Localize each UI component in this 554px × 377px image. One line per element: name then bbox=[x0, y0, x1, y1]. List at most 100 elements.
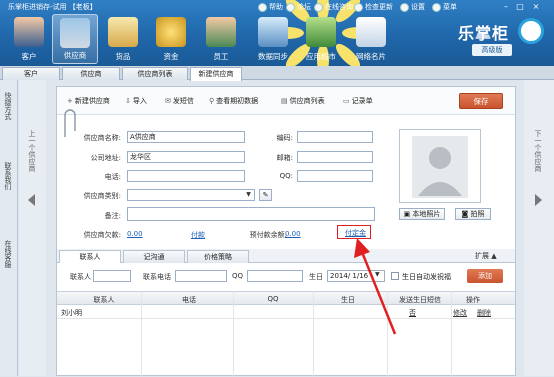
expand-toggle[interactable]: 扩展 ▲ bbox=[475, 251, 497, 261]
supplier-icon bbox=[60, 18, 90, 48]
search-icon: ⚲ bbox=[209, 97, 215, 105]
prev-supplier-nav[interactable]: 上一个供应商 bbox=[19, 80, 46, 376]
calendar-dropdown-icon[interactable]: ▼ bbox=[375, 271, 380, 278]
tab-new-supplier[interactable]: 新建供应商 bbox=[190, 67, 242, 81]
goods-icon bbox=[108, 17, 138, 47]
contact-name-cell: 刘小明 bbox=[61, 309, 82, 317]
tab-supplier-list[interactable]: 供应商列表 bbox=[122, 67, 188, 80]
tab-communication[interactable]: 记沟通 bbox=[123, 250, 185, 263]
staff-icon bbox=[206, 17, 236, 47]
send-sms-button[interactable]: ✉ 发短信 bbox=[165, 96, 194, 106]
next-supplier-nav[interactable]: 下一个供应商 bbox=[524, 80, 554, 376]
nav-app-market[interactable]: 应用超市 bbox=[298, 14, 344, 64]
nav-goods[interactable]: 货品 bbox=[100, 14, 146, 64]
pencil-icon: ✎ bbox=[262, 191, 269, 199]
online-chat-control[interactable]: 在线咨询 bbox=[314, 1, 353, 13]
add-contact-button[interactable]: 添加 bbox=[467, 269, 503, 283]
supplier-list-button[interactable]: ▤ 供应商列表 bbox=[281, 96, 325, 106]
customer-icon bbox=[14, 17, 44, 47]
col-actions: 操作 bbox=[466, 296, 480, 304]
import-icon: ⇩ bbox=[125, 97, 131, 105]
save-button[interactable]: 保存 bbox=[459, 93, 503, 109]
import-button[interactable]: ⇩ 导入 bbox=[125, 96, 147, 106]
supplier-debt-value[interactable]: 0.00 bbox=[127, 230, 143, 238]
code-label: 编码: bbox=[276, 134, 293, 142]
edit-contact-link[interactable]: 修改 bbox=[453, 308, 467, 318]
supplier-name-input[interactable]: A供应商 bbox=[127, 131, 245, 143]
tab-supplier[interactable]: 供应商 bbox=[62, 67, 120, 80]
supplier-name-label: 供应商名称: bbox=[83, 134, 121, 142]
delete-contact-link[interactable]: 删除 bbox=[477, 308, 491, 318]
supplier-category-label: 供应商类别: bbox=[83, 192, 121, 200]
next-supplier-label: 下一个供应商 bbox=[534, 130, 542, 172]
column-divider bbox=[451, 291, 452, 377]
phone-input[interactable] bbox=[127, 170, 245, 182]
auto-birthday-sms-checkbox[interactable] bbox=[391, 272, 399, 280]
nav-staff[interactable]: 员工 bbox=[198, 14, 244, 64]
business-card-icon bbox=[356, 17, 386, 47]
chevron-down-icon[interactable]: ▼ bbox=[243, 190, 254, 200]
prev-supplier-label: 上一个供应商 bbox=[28, 130, 36, 172]
menu-icon bbox=[432, 2, 441, 12]
view-initial-data-button[interactable]: ⚲ 查看期初数据 bbox=[209, 96, 258, 106]
close-button[interactable]: × bbox=[530, 1, 542, 12]
pay-deposit-link[interactable]: 付定金 bbox=[345, 228, 366, 238]
gear-icon bbox=[400, 2, 409, 12]
birthday-label: 生日 bbox=[309, 273, 323, 281]
email-input[interactable] bbox=[297, 151, 373, 163]
edition-badge: 高级版 bbox=[472, 44, 512, 56]
table-row[interactable]: 刘小明 否 修改 删除 bbox=[57, 305, 515, 319]
col-birthday-sms: 发送生日短信 bbox=[399, 296, 441, 304]
settings-control[interactable]: 设置 bbox=[400, 1, 425, 13]
remark-label: 备注: bbox=[104, 212, 121, 220]
plus-icon: + bbox=[67, 97, 73, 105]
image-icon: ▣ bbox=[403, 210, 411, 218]
brand-logo: 乐掌柜 高级版 bbox=[452, 18, 552, 62]
window-title: 乐掌柜进销存-试用 【老板】 bbox=[8, 3, 97, 11]
tab-customer[interactable]: 客户 bbox=[2, 67, 60, 80]
menu-control[interactable]: 菜单 bbox=[432, 1, 457, 13]
sms-icon: ✉ bbox=[165, 97, 171, 105]
nav-funds[interactable]: 资金 bbox=[148, 14, 194, 64]
records-button[interactable]: ▭ 记录单 bbox=[343, 96, 373, 106]
supplier-category-select[interactable] bbox=[127, 189, 255, 201]
pay-link[interactable]: 付款 bbox=[191, 230, 205, 240]
document-icon: ▭ bbox=[343, 97, 350, 105]
nav-customer[interactable]: 客户 bbox=[6, 14, 52, 64]
supplier-photo[interactable] bbox=[399, 129, 481, 203]
new-supplier-button[interactable]: + 新建供应商 bbox=[67, 96, 110, 106]
contact-qq-input[interactable] bbox=[247, 270, 303, 282]
chevron-right-icon bbox=[535, 194, 542, 206]
check-update-control[interactable]: 检查更新 bbox=[354, 1, 393, 13]
remark-input[interactable] bbox=[127, 207, 375, 221]
minimize-button[interactable]: – bbox=[500, 1, 512, 12]
qq-label: QQ: bbox=[279, 172, 293, 180]
shortcuts-link[interactable]: 快捷方式 bbox=[3, 92, 13, 120]
contact-us-link[interactable]: 联系我们 bbox=[3, 162, 13, 190]
forum-icon bbox=[286, 2, 295, 12]
capture-photo-button[interactable]: ◙ 拍照 bbox=[455, 208, 491, 220]
contact-name-input[interactable] bbox=[93, 270, 131, 282]
chat-icon bbox=[314, 2, 323, 12]
code-input[interactable] bbox=[297, 131, 373, 143]
nav-supplier[interactable]: 供应商 bbox=[52, 14, 98, 64]
prepay-balance-label: 预付款余额: bbox=[249, 231, 287, 239]
help-control[interactable]: 帮助 bbox=[258, 1, 283, 13]
form-toolbar: + 新建供应商 ⇩ 导入 ✉ 发短信 ⚲ 查看期初数据 ▤ 供应商列表 ▭ 记录单 保存 bbox=[57, 87, 515, 115]
nav-data-sync[interactable]: 数据同步 bbox=[250, 14, 296, 64]
online-service-link[interactable]: 在线客服 bbox=[3, 240, 13, 268]
contact-phone-input[interactable] bbox=[175, 270, 227, 282]
company-address-input[interactable]: 龙华区 bbox=[127, 151, 245, 163]
tab-price-strategy[interactable]: 价格策略 bbox=[187, 250, 249, 263]
sync-icon bbox=[258, 17, 288, 47]
local-photo-button[interactable]: ▣ 本地照片 bbox=[399, 208, 445, 220]
qq-input[interactable] bbox=[297, 170, 373, 182]
tab-contacts[interactable]: 联系人 bbox=[59, 250, 121, 263]
maximize-button[interactable]: □ bbox=[514, 1, 526, 12]
prepay-balance-value[interactable]: 0.00 bbox=[285, 230, 301, 238]
phone-label: 电话: bbox=[104, 173, 121, 181]
edit-category-button[interactable]: ✎ bbox=[259, 189, 272, 201]
nav-business-card[interactable]: 网络名片 bbox=[348, 14, 394, 64]
column-divider bbox=[313, 291, 314, 377]
forum-control[interactable]: 论坛 bbox=[286, 1, 311, 13]
